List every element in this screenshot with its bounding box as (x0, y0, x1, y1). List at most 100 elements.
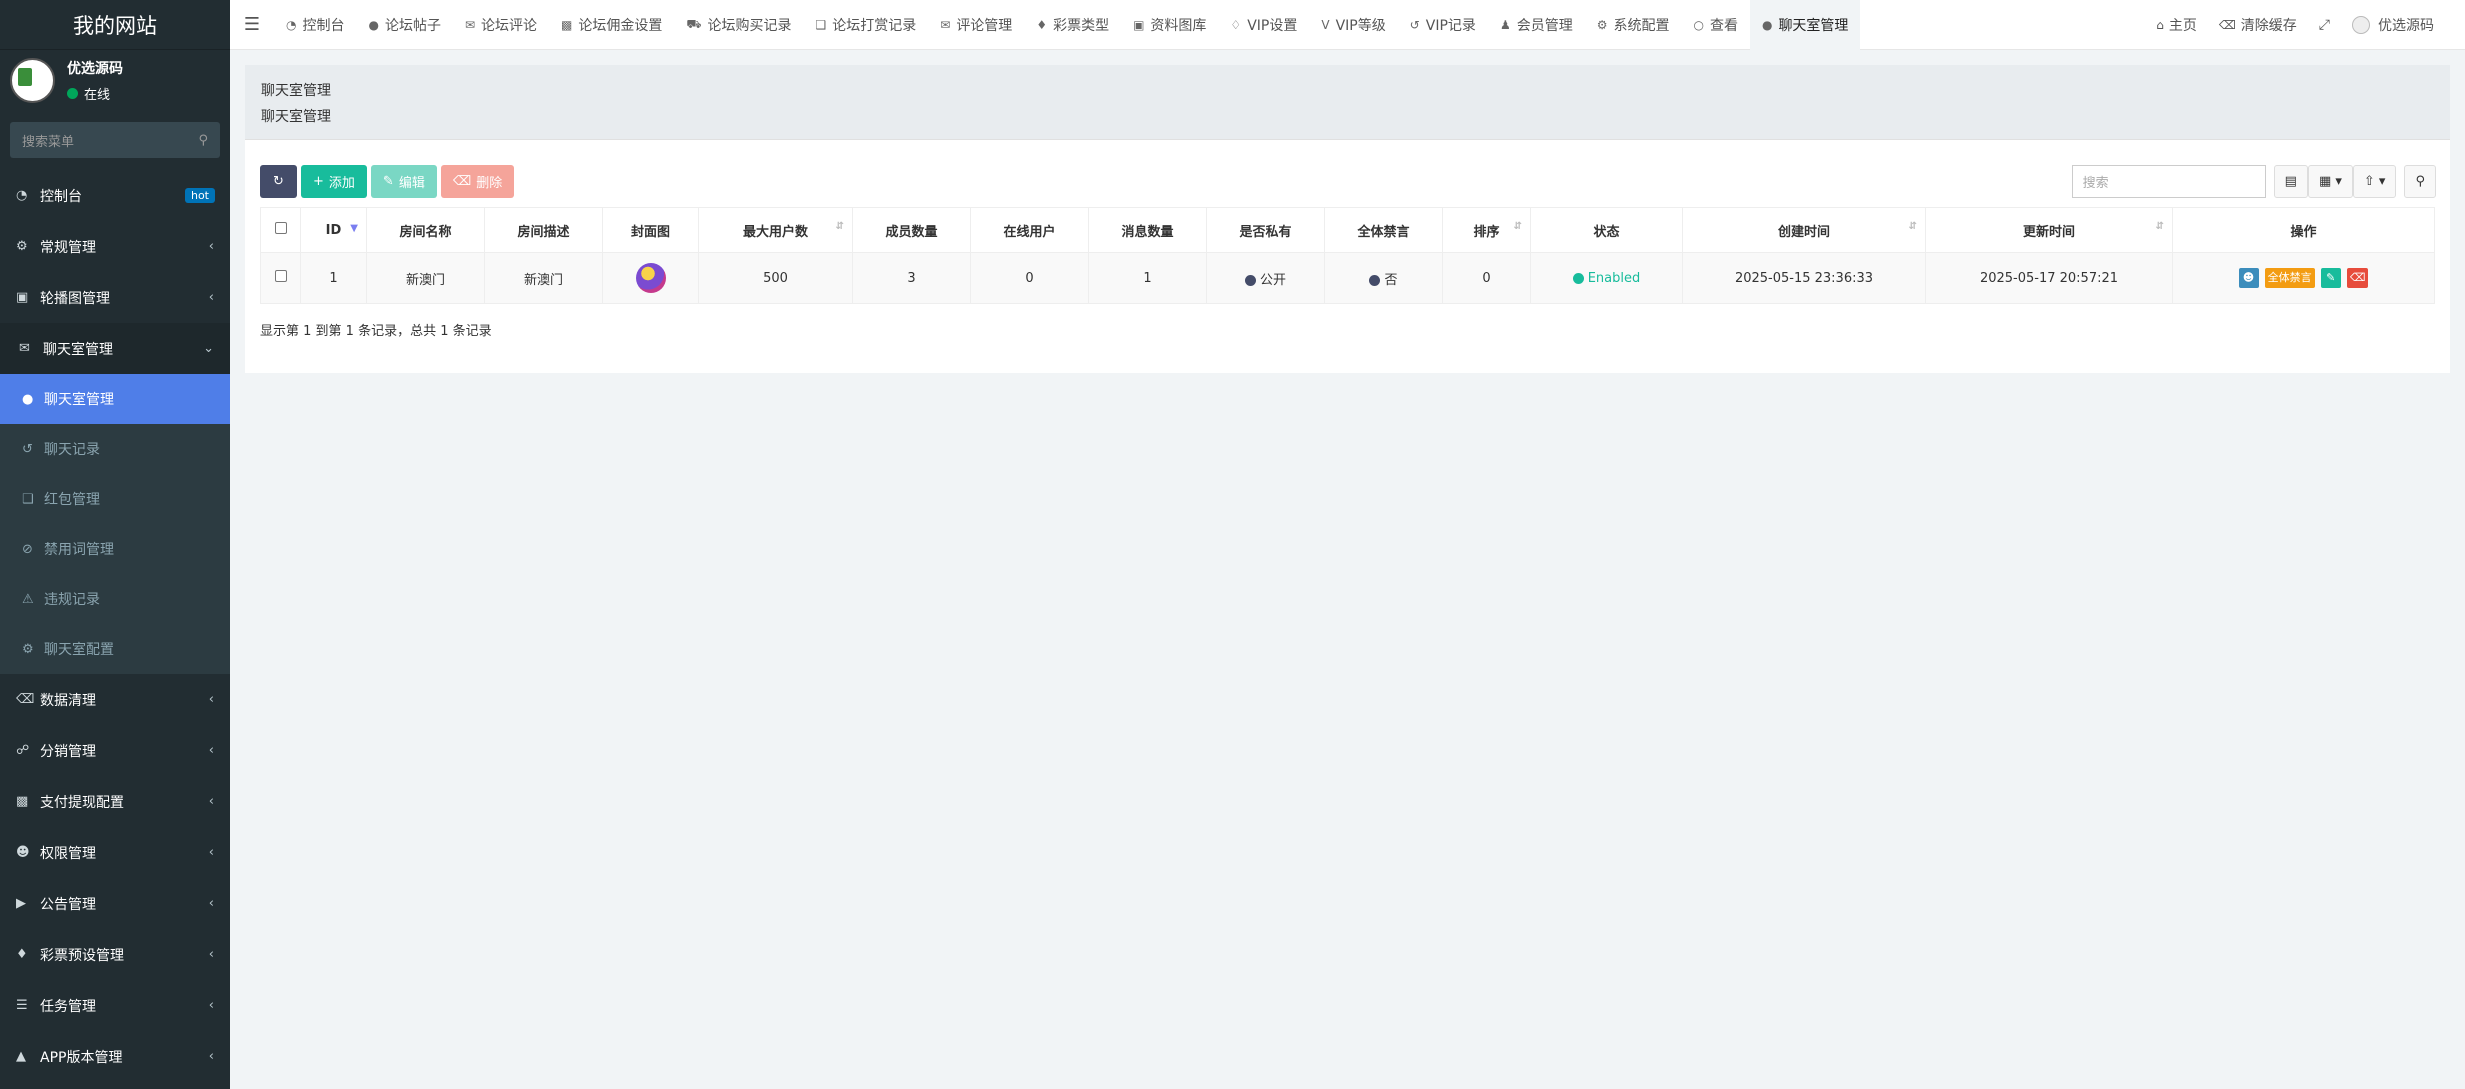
cell-private: 公开 (1206, 252, 1325, 304)
sidebar-item-data-cleanup[interactable]: ⌫ 数据清理 ‹ (0, 674, 230, 725)
edit-label: 编辑 (398, 176, 425, 191)
hot-badge: hot (184, 188, 215, 203)
sidebar-item-tasks[interactable]: ☰ 任务管理 ‹ (0, 980, 230, 1031)
tab-vip-levels[interactable]: V VIP等级 (1309, 0, 1397, 50)
trash-icon: ⌫ (16, 692, 35, 707)
sidebar-item-distribution[interactable]: ☍ 分销管理 ‹ (0, 725, 230, 776)
toggle-view-button[interactable]: ▤ (2273, 165, 2308, 198)
tab-vip-settings[interactable]: ♢ VIP设置 (1218, 0, 1309, 50)
android-icon: ▲ (16, 1049, 26, 1064)
sort-icon: ⇵ (1908, 220, 1917, 232)
pencil-icon: ✎ (382, 174, 394, 189)
chevron-left-icon: ‹ (208, 794, 214, 809)
chevron-left-icon: ‹ (208, 290, 214, 305)
tab-comment-manage[interactable]: ✉ 评论管理 (928, 0, 1024, 50)
add-button[interactable]: + 添加 (301, 165, 367, 198)
user-menu[interactable]: 优选源码 (2341, 15, 2445, 35)
comment-icon: ● (1761, 17, 1773, 32)
export-button[interactable]: ⇧ ▾ (2352, 165, 2397, 198)
sidebar-item-label: 禁用词管理 (44, 542, 114, 558)
brand-logo[interactable]: 我的网站 (0, 0, 230, 50)
row-checkbox[interactable] (260, 252, 301, 304)
tab-forum-rewards[interactable]: ❑ 论坛打赏记录 (803, 0, 928, 50)
table-header-row: ID ▼ 房间名称 房间描述 封面图 最大用户数 ⇵ 成员数量 在线用户 消息数量 … (260, 207, 2435, 253)
tab-forum-comments[interactable]: ✉ 论坛评论 (453, 0, 549, 50)
sidebar-item-announcements[interactable]: ▶ 公告管理 ‹ (0, 878, 230, 929)
sidebar-item-permissions[interactable]: ☻ 权限管理 ‹ (0, 827, 230, 878)
ticket-icon: ♦ (16, 947, 28, 962)
cell-name: 新澳门 (366, 252, 485, 304)
sidebar-item-label: 红包管理 (44, 492, 100, 508)
col-header-sort[interactable]: 排序 ⇵ (1442, 207, 1531, 253)
sidebar-item-dashboard[interactable]: ◔ 控制台 hot (0, 170, 230, 221)
sidebar-subitem-chat-history[interactable]: ↺ 聊天记录 (0, 424, 230, 474)
table-search-input[interactable]: 搜索 (2071, 165, 2266, 198)
col-header-private: 是否私有 (1206, 207, 1325, 253)
sidebar-subitem-banned-words[interactable]: ⊘ 禁用词管理 (0, 524, 230, 574)
sidebar-subitem-chatroom-manage[interactable]: ● 聊天室管理 (0, 374, 230, 424)
col-header-updated[interactable]: 更新时间 ⇵ (1925, 207, 2173, 253)
sidebar-subitem-red-packet[interactable]: ❑ 红包管理 (0, 474, 230, 524)
pencil-icon: ✎ (2326, 271, 2336, 284)
cell-members: 3 (852, 252, 971, 304)
chevron-left-icon: ‹ (208, 743, 214, 758)
tab-members[interactable]: ♟ 会员管理 (1488, 0, 1585, 50)
cell-id: 1 (300, 252, 367, 304)
members-button[interactable]: ☻ (2238, 268, 2259, 288)
sidebar-item-app-version[interactable]: ▲ APP版本管理 ‹ (0, 1031, 230, 1082)
tab-forum-purchases[interactable]: ⛟ 论坛购买记录 (674, 0, 803, 50)
col-header-created[interactable]: 创建时间 ⇵ (1682, 207, 1926, 253)
fullscreen-icon[interactable]: ⤢ (2308, 17, 2341, 33)
chevron-left-icon: ‹ (208, 239, 214, 254)
sidebar-item-general[interactable]: ⚙ 常规管理 ‹ (0, 221, 230, 272)
sidebar-item-carousel[interactable]: ▣ 轮播图管理 ‹ (0, 272, 230, 323)
chevron-left-icon: ‹ (208, 692, 214, 707)
cover-image[interactable] (635, 263, 666, 293)
sidebar-item-label: 违规记录 (44, 592, 100, 608)
tab-system-config[interactable]: ⚙ 系统配置 (1585, 0, 1682, 50)
select-all-checkbox[interactable] (260, 207, 301, 253)
columns-button[interactable]: ▦ ▾ (2307, 165, 2353, 198)
row-delete-button[interactable]: ⌫ (2346, 268, 2369, 288)
tab-forum-commission[interactable]: ▩ 论坛佣金设置 (549, 0, 674, 50)
status-label: Enabled (1587, 270, 1641, 286)
sidebar-item-label: 聊天室管理 (44, 392, 114, 408)
menu-toggle-icon[interactable]: ☰ (230, 0, 274, 50)
row-edit-button[interactable]: ✎ (2320, 268, 2341, 288)
group-icon: ☻ (16, 845, 30, 860)
tab-label: 评论管理 (956, 17, 1013, 34)
sidebar-item-lottery-preset[interactable]: ♦ 彩票预设管理 ‹ (0, 929, 230, 980)
tab-lottery-types[interactable]: ♦ 彩票类型 (1024, 0, 1121, 50)
table-row[interactable]: 1 新澳门 新澳门 500 3 0 1 公开 否 0 Enabled 2025-… (260, 252, 2435, 304)
clear-cache-button[interactable]: ⌫ 清除缓存 (2208, 15, 2308, 35)
edit-button[interactable]: ✎ 编辑 (370, 165, 437, 198)
warning-icon: ⚠ (22, 591, 34, 607)
refresh-button[interactable]: ↻ (260, 165, 297, 198)
tab-view[interactable]: ○ 查看 (1681, 0, 1749, 50)
delete-button[interactable]: ⌫ 删除 (440, 165, 515, 198)
advanced-search-button[interactable]: ⚲ (2404, 165, 2436, 198)
tab-gallery[interactable]: ▣ 资料图库 (1121, 0, 1218, 50)
tab-label: 论坛佣金设置 (578, 17, 663, 34)
sidebar-subitem-violations[interactable]: ⚠ 违规记录 (0, 574, 230, 624)
menu-search-input[interactable]: 搜索菜单 ⚲ (10, 122, 220, 158)
user-menu-label: 优选源码 (2378, 18, 2434, 34)
col-header-max-users[interactable]: 最大用户数 ⇵ (698, 207, 853, 253)
tab-dashboard[interactable]: ◔ 控制台 (274, 0, 356, 50)
user-icon: ♟ (1499, 17, 1511, 32)
comments-icon: ✉ (940, 17, 951, 32)
tab-forum-posts[interactable]: ● 论坛帖子 (356, 0, 452, 50)
sidebar-subitem-chat-config[interactable]: ⚙ 聊天室配置 (0, 624, 230, 674)
col-header-id[interactable]: ID ▼ (300, 207, 367, 253)
sidebar-item-payment[interactable]: ▩ 支付提现配置 ‹ (0, 776, 230, 827)
cell-status: Enabled (1530, 252, 1683, 304)
search-icon[interactable]: ⚲ (198, 133, 208, 148)
home-link[interactable]: ⌂ 主页 (2145, 15, 2208, 35)
cell-messages: 1 (1088, 252, 1207, 304)
tab-vip-records[interactable]: ↺ VIP记录 (1398, 0, 1488, 50)
sidebar-item-label: 轮播图管理 (40, 290, 110, 307)
tab-chatroom-manage[interactable]: ● 聊天室管理 (1749, 0, 1861, 50)
sidebar-item-chatroom[interactable]: ✉ 聊天室管理 ⌄ (0, 323, 230, 374)
mute-all-button[interactable]: 全体禁言 (2264, 268, 2315, 288)
chevron-left-icon: ‹ (208, 845, 214, 860)
